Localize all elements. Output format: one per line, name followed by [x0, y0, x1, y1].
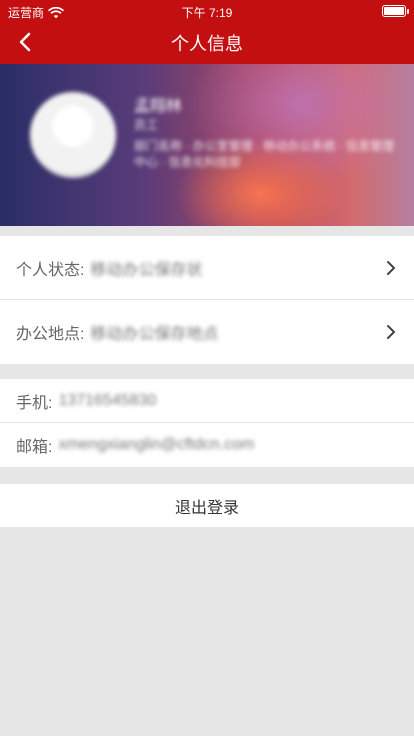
profile-department: 部门名称 · 办公室管理 · 移动办公系统 · 信息管理中心 · 信息化科技部 [134, 139, 394, 169]
office-location-label: 办公地点: [16, 326, 85, 343]
office-location-row[interactable]: 办公地点: 移动办公保存地点 [0, 300, 414, 364]
phone-label: 手机: [16, 394, 53, 412]
email-value: xmengxianglin@cftdcn.com [58, 436, 255, 453]
top-bar: 运营商 下午 7:19 个人信息 [0, 0, 414, 64]
email-row: 邮箱: xmengxianglin@cftdcn.com [0, 423, 414, 467]
logout-button[interactable]: 退出登录 [0, 484, 414, 527]
profile-name: 孟翔林 [134, 98, 183, 115]
avatar[interactable] [30, 92, 116, 178]
contact-group: 手机: 13716545830 邮箱: xmengxianglin@cftdcn… [0, 379, 414, 467]
chevron-right-icon [387, 261, 395, 275]
status-bar: 运营商 下午 7:19 [0, 0, 414, 22]
status-row[interactable]: 个人状态: 移动办公保存状 [0, 236, 414, 300]
email-label: 邮箱: [16, 439, 53, 456]
phone-row: 手机: 13716545830 [0, 379, 414, 423]
navigation-bar: 个人信息 [0, 22, 414, 64]
phone-value: 13716545830 [58, 391, 157, 409]
status-label: 个人状态: [16, 261, 85, 279]
profile-banner: 孟翔林 员工 部门名称 · 办公室管理 · 移动办公系统 · 信息管理中心 · … [0, 64, 414, 226]
profile-role: 员工 [134, 118, 159, 132]
work-info-group: 个人状态: 移动办公保存状 办公地点: 移动办公保存地点 [0, 236, 414, 364]
battery-icon [382, 5, 409, 17]
status-value: 移动办公保存状 [90, 261, 203, 279]
status-time: 下午 7:19 [181, 6, 233, 20]
office-location-value: 移动办公保存地点 [90, 326, 219, 343]
page-title: 个人信息 [171, 34, 243, 54]
chevron-right-icon [387, 325, 395, 339]
